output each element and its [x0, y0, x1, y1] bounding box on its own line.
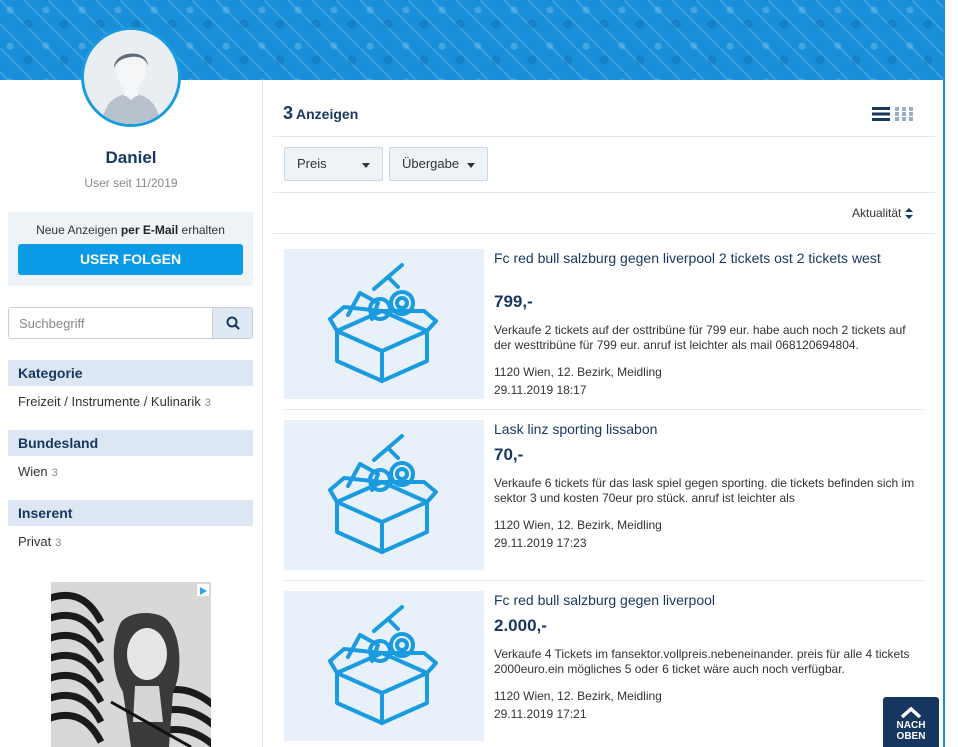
listing-date: 29.11.2019 18:17: [494, 383, 587, 397]
listing-price: 2.000,-: [494, 616, 547, 635]
results-count: 3 Anzeigen: [283, 103, 358, 124]
listing-location: 1120 Wien, 12. Bezirk, Meidling: [494, 689, 662, 703]
box-placeholder-icon: [328, 434, 438, 554]
divider: [273, 136, 935, 137]
listing-title[interactable]: Lask linz sporting lissabon: [494, 420, 894, 439]
listing-thumbnail[interactable]: [284, 420, 484, 570]
listing-location: 1120 Wien, 12. Bezirk, Meidling: [494, 365, 662, 379]
listing-price: 70,-: [494, 445, 524, 464]
listing-location: 1120 Wien, 12. Bezirk, Meidling: [494, 518, 662, 532]
avatar: [81, 27, 181, 127]
list-view-button[interactable]: [872, 106, 890, 122]
filter-heading-category: Kategorie: [8, 360, 253, 386]
listing-price: 799,-: [494, 292, 533, 311]
caret-down-icon: [467, 163, 475, 168]
sort-updown-icon: [905, 208, 914, 220]
listing-thumbnail[interactable]: [284, 249, 484, 399]
listing-date: 29.11.2019 17:21: [494, 707, 587, 721]
back-to-top-button[interactable]: NACH OBEN: [883, 697, 939, 747]
caret-down-icon: [362, 163, 370, 168]
listing-description: Verkaufe 4 Tickets im fansektor.vollprei…: [494, 647, 910, 676]
filter-count: 3: [204, 397, 211, 409]
listing-separator: [284, 409, 924, 410]
search-icon: [226, 316, 240, 330]
box-placeholder-icon: [328, 263, 438, 383]
handover-filter-dropdown[interactable]: Übergabe: [389, 147, 488, 181]
grid-view-button[interactable]: [895, 106, 913, 122]
list-view-icon: [872, 107, 890, 121]
filter-count: 3: [51, 467, 58, 479]
results-number: 3: [283, 103, 294, 123]
follow-text: Neue Anzeigen per E-Mail erhalten: [36, 223, 225, 237]
price-filter-dropdown[interactable]: Preis: [284, 147, 383, 181]
filter-item-advertiser[interactable]: Privat 3: [18, 534, 61, 549]
grid-view-icon: [895, 107, 913, 121]
sidebar-divider: [262, 80, 263, 747]
listing-card: Lask linz sporting lissabon 70,- Verkauf…: [284, 420, 924, 570]
filter-item-state[interactable]: Wien 3: [18, 464, 58, 479]
search-button[interactable]: [212, 307, 253, 339]
back-to-top-line2: OBEN: [896, 731, 926, 742]
divider: [273, 233, 935, 234]
listing-description: Verkaufe 2 tickets auf der osttribüne fü…: [494, 323, 906, 352]
listing-separator: [284, 580, 924, 581]
profile-name: Daniel: [105, 148, 157, 167]
ad-choices-icon[interactable]: [197, 584, 209, 596]
divider: [273, 192, 935, 193]
advertisement-image[interactable]: [51, 582, 211, 747]
listing-title[interactable]: Fc red bull salzburg gegen liverpool 2 t…: [494, 249, 894, 268]
follow-text-bold: per E-Mail: [120, 223, 179, 237]
follow-user-button[interactable]: USER FOLGEN: [18, 244, 243, 275]
results-label: Anzeigen: [296, 106, 359, 122]
filter-heading-state: Bundesland: [8, 430, 253, 456]
filter-count: 3: [55, 537, 62, 549]
listing-date: 29.11.2019 17:23: [494, 536, 587, 550]
ad-photo: [51, 582, 211, 747]
sort-dropdown[interactable]: Aktualität: [852, 206, 914, 220]
search-input[interactable]: [8, 307, 212, 339]
box-placeholder-icon: [328, 605, 438, 725]
listing-card: Fc red bull salzburg gegen liverpool 2.0…: [284, 591, 924, 741]
filter-heading-advertiser: Inserent: [8, 500, 253, 526]
page-gutter: [945, 0, 958, 747]
user-avatar-icon: [84, 30, 178, 124]
back-to-top-line1: NACH: [896, 720, 926, 731]
follow-box: Neue Anzeigen per E-Mail erhalten USER F…: [8, 212, 253, 286]
listing-thumbnail[interactable]: [284, 591, 484, 741]
listing-card: Fc red bull salzburg gegen liverpool 2 t…: [284, 249, 924, 399]
listing-title[interactable]: Fc red bull salzburg gegen liverpool: [494, 591, 894, 610]
listing-description: Verkaufe 6 tickets für das lask spiel ge…: [494, 476, 915, 505]
member-since: User seit 11/2019: [84, 176, 178, 190]
chevron-up-icon: [900, 706, 922, 718]
filter-item-category[interactable]: Freizeit / Instrumente / Kulinarik 3: [18, 394, 211, 409]
